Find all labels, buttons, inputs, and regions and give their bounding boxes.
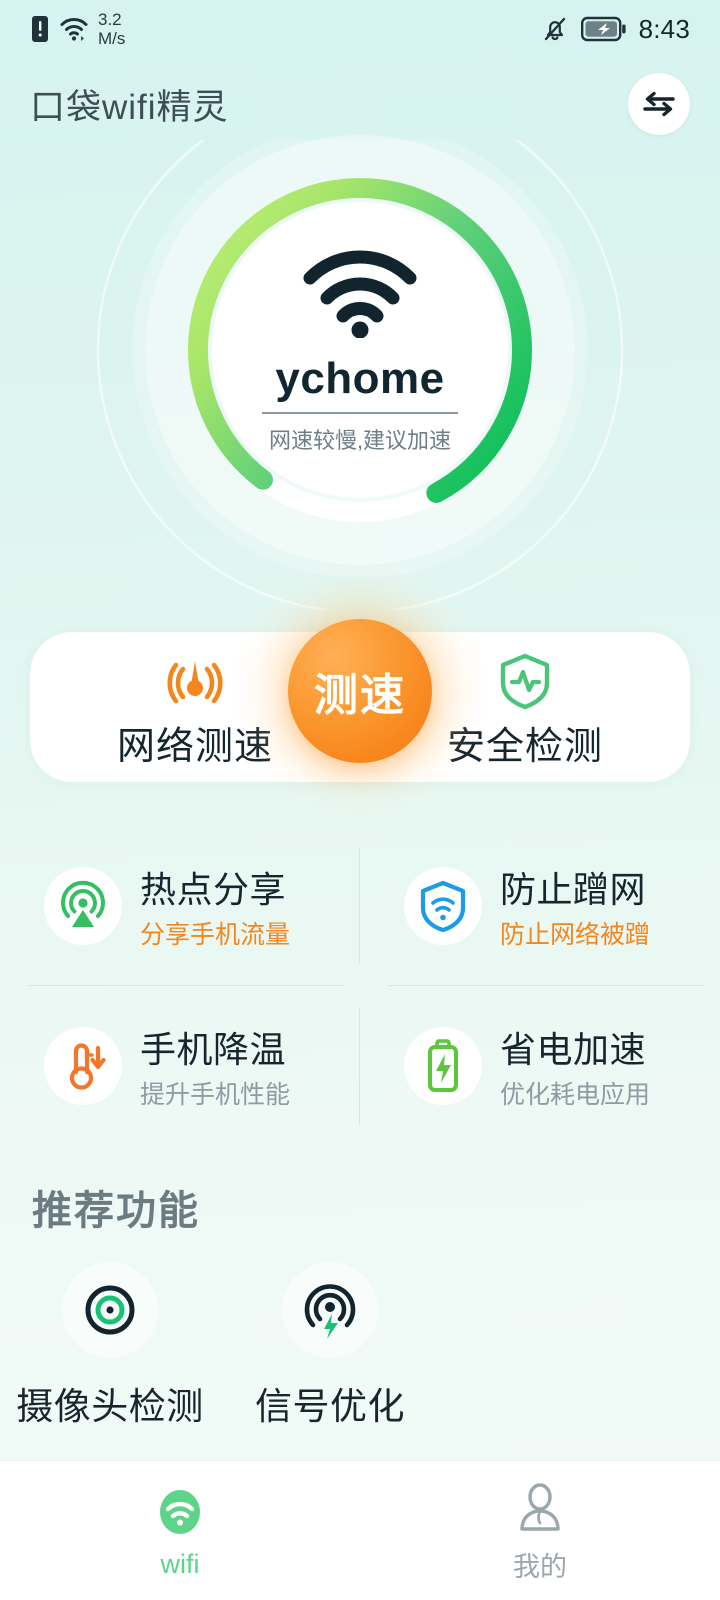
feature-subtitle: 优化耗电应用	[500, 1081, 651, 1109]
shield-wifi-icon-wrap	[404, 867, 482, 945]
feature-grid: 热点分享 分享手机流量 防止蹭网 防止网络被蹭 手机降温 提升手机性能 省电加速…	[0, 826, 720, 1146]
feature-prevent-leech-text: 防止蹭网 防止网络被蹭	[500, 861, 650, 951]
clock: 8:43	[638, 13, 690, 44]
network-speed-value: 3.2	[98, 10, 122, 29]
shield-wifi-icon	[420, 880, 466, 933]
wifi-tab-icon	[160, 1490, 200, 1534]
feature-phone-cooling[interactable]: 手机降温 提升手机性能	[0, 986, 360, 1146]
feature-hotspot-share[interactable]: 热点分享 分享手机流量	[0, 826, 360, 986]
feature-title: 省电加速	[500, 1029, 647, 1070]
sim-alert-icon	[32, 16, 48, 42]
recommend-label: 信号优化	[255, 1386, 405, 1427]
broadcast-tower-icon	[61, 880, 105, 927]
tab-wifi[interactable]: wifi	[0, 1461, 360, 1600]
ssid-divider	[262, 412, 458, 414]
wifi-signal-icon	[60, 18, 88, 41]
camera-detect-icon-wrap	[62, 1262, 158, 1358]
status-bar-left: 3.2 M/s	[30, 10, 125, 48]
app-title: 口袋wifi精灵	[30, 87, 229, 127]
status-bar: 3.2 M/s 8:43	[0, 0, 720, 58]
tab-mine-label: 我的	[513, 1552, 567, 1582]
recommend-signal-boost[interactable]: 信号优化	[220, 1262, 440, 1430]
signal-boost-icon-wrap	[282, 1262, 378, 1358]
feature-power-save-text: 省电加速 优化耗电应用	[500, 1021, 650, 1111]
speed-test-fab-wrap: 测速	[235, 566, 485, 816]
feature-title: 热点分享	[140, 869, 287, 910]
tab-wifi-label: wifi	[160, 1549, 200, 1579]
ring-inner-card: ychome 网速较慢,建议加速	[212, 202, 508, 498]
broadcast-tower-icon-wrap	[44, 867, 122, 945]
recommend-label: 摄像头检测	[16, 1386, 204, 1427]
feature-subtitle: 防止网络被蹭	[500, 921, 651, 949]
wifi-icon	[303, 250, 417, 338]
network-speed: 3.2 M/s	[98, 10, 125, 48]
tab-mine[interactable]: 我的	[360, 1461, 720, 1600]
feature-prevent-leech[interactable]: 防止蹭网 防止网络被蹭	[360, 826, 720, 986]
battery-bolt-icon-wrap	[404, 1027, 482, 1105]
recommend-grid: 摄像头检测 信号优化	[0, 1262, 720, 1430]
feature-subtitle: 提升手机性能	[140, 1081, 291, 1109]
thermometer-down-icon-wrap	[44, 1027, 122, 1105]
switch-network-button[interactable]	[628, 73, 690, 135]
bottom-tab-bar: wifi 我的	[0, 1460, 720, 1600]
wifi-status-ring: ychome 网速较慢,建议加速	[145, 135, 575, 565]
feature-title: 手机降温	[140, 1029, 287, 1070]
feature-subtitle: 分享手机流量	[140, 921, 291, 949]
feature-title: 防止蹭网	[500, 869, 647, 910]
speed-meter-icon-wrap	[164, 653, 226, 709]
shield-pulse-icon-wrap	[497, 653, 553, 709]
network-speed-unit: M/s	[98, 29, 126, 48]
feature-hotspot-share-text: 热点分享 分享手机流量	[140, 861, 290, 951]
speed-test-button[interactable]: 测速	[288, 619, 432, 763]
recommend-camera-detect[interactable]: 摄像头检测	[0, 1262, 220, 1430]
swap-arrows-icon	[643, 91, 675, 117]
speed-test-label: 测速	[314, 671, 406, 720]
status-bar-right: 8:43	[541, 14, 690, 45]
hero-section: ychome 网速较慢,建议加速	[0, 135, 720, 610]
signal-boost-icon	[304, 1284, 356, 1339]
feature-power-save[interactable]: 省电加速 优化耗电应用	[360, 986, 720, 1146]
battery-bolt-icon	[428, 1039, 458, 1092]
thermometer-down-icon	[69, 1043, 106, 1090]
network-status-text: 网速较慢,建议加速	[268, 428, 452, 453]
feature-phone-cooling-text: 手机降温 提升手机性能	[140, 1021, 290, 1111]
speed-meter-icon	[167, 660, 223, 703]
ssid-label: ychome	[275, 354, 445, 403]
recommend-section-title: 推荐功能	[32, 1189, 200, 1233]
bell-muted-icon	[544, 17, 565, 41]
shield-pulse-icon	[500, 653, 550, 709]
camera-detect-icon	[85, 1285, 135, 1335]
battery-charging-icon	[580, 16, 626, 42]
user-tab-icon	[520, 1483, 560, 1531]
